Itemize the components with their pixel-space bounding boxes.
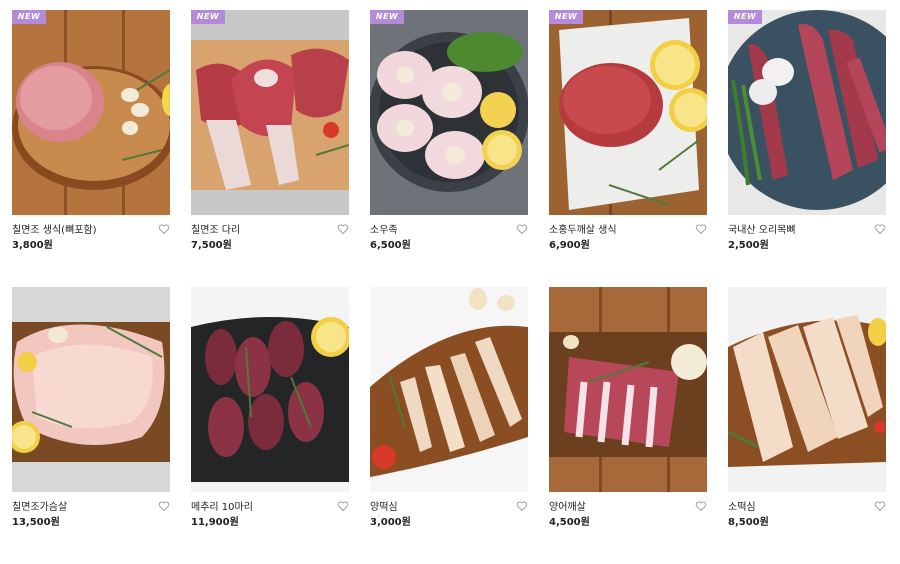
product-image[interactable]: NEW [549, 10, 707, 215]
product-image[interactable] [728, 287, 886, 492]
new-badge: NEW [549, 10, 583, 24]
product-image[interactable]: NEW [191, 10, 349, 215]
product-name[interactable]: 소홍두깨살 생식 [549, 224, 707, 238]
product-image[interactable] [12, 287, 170, 492]
product-card[interactable]: 양떡심 3,000원 [370, 287, 528, 564]
product-price: 8,500원 [728, 517, 769, 528]
product-image[interactable]: NEW [370, 10, 528, 215]
product-card[interactable]: 양어깨살 4,500원 [549, 287, 707, 564]
heart-outline-icon[interactable] [337, 223, 349, 235]
product-image[interactable] [370, 287, 528, 492]
product-price: 6,900원 [549, 240, 590, 251]
product-card[interactable]: NEW 소우족 6,500원 [370, 10, 528, 287]
heart-outline-icon[interactable] [874, 223, 886, 235]
product-price: 3,000원 [370, 517, 411, 528]
product-card[interactable]: NEW 칠면조 생식(뼈포함) 3,800원 [12, 10, 170, 287]
product-price: 4,500원 [549, 517, 590, 528]
product-price: 3,800원 [12, 240, 53, 251]
product-price: 11,900원 [191, 517, 239, 528]
product-card[interactable]: 칠면조가슴살 13,500원 [12, 287, 170, 564]
product-name[interactable]: 메추리 10마리 [191, 501, 349, 515]
product-grid: NEW 칠면조 생식(뼈포함) 3,800원 NEW 칠면조 다리 7,500원… [12, 10, 886, 564]
product-image[interactable]: NEW [728, 10, 886, 215]
product-name[interactable]: 양어깨살 [549, 501, 707, 515]
product-name[interactable]: 국내산 오리목뼈 [728, 224, 886, 238]
product-name[interactable]: 칠면조 생식(뼈포함) [12, 224, 170, 238]
product-name[interactable]: 칠면조 다리 [191, 224, 349, 238]
heart-outline-icon[interactable] [158, 223, 170, 235]
heart-outline-icon[interactable] [695, 500, 707, 512]
heart-outline-icon[interactable] [516, 223, 528, 235]
product-image[interactable] [191, 287, 349, 492]
product-name[interactable]: 양떡심 [370, 501, 528, 515]
product-price: 7,500원 [191, 240, 232, 251]
heart-outline-icon[interactable] [158, 500, 170, 512]
product-card[interactable]: NEW 국내산 오리목뼈 2,500원 [728, 10, 886, 287]
new-badge: NEW [370, 10, 404, 24]
heart-outline-icon[interactable] [874, 500, 886, 512]
product-card[interactable]: NEW 소홍두깨살 생식 6,900원 [549, 10, 707, 287]
heart-outline-icon[interactable] [337, 500, 349, 512]
product-image[interactable] [549, 287, 707, 492]
new-badge: NEW [191, 10, 225, 24]
product-name[interactable]: 소떡심 [728, 501, 886, 515]
product-name[interactable]: 칠면조가슴살 [12, 501, 170, 515]
product-card[interactable]: 소떡심 8,500원 [728, 287, 886, 564]
product-price: 2,500원 [728, 240, 769, 251]
new-badge: NEW [728, 10, 762, 24]
product-image[interactable]: NEW [12, 10, 170, 215]
product-price: 6,500원 [370, 240, 411, 251]
new-badge: NEW [12, 10, 46, 24]
product-price: 13,500원 [12, 517, 60, 528]
product-name[interactable]: 소우족 [370, 224, 528, 238]
heart-outline-icon[interactable] [516, 500, 528, 512]
product-card[interactable]: NEW 칠면조 다리 7,500원 [191, 10, 349, 287]
heart-outline-icon[interactable] [695, 223, 707, 235]
product-card[interactable]: 메추리 10마리 11,900원 [191, 287, 349, 564]
